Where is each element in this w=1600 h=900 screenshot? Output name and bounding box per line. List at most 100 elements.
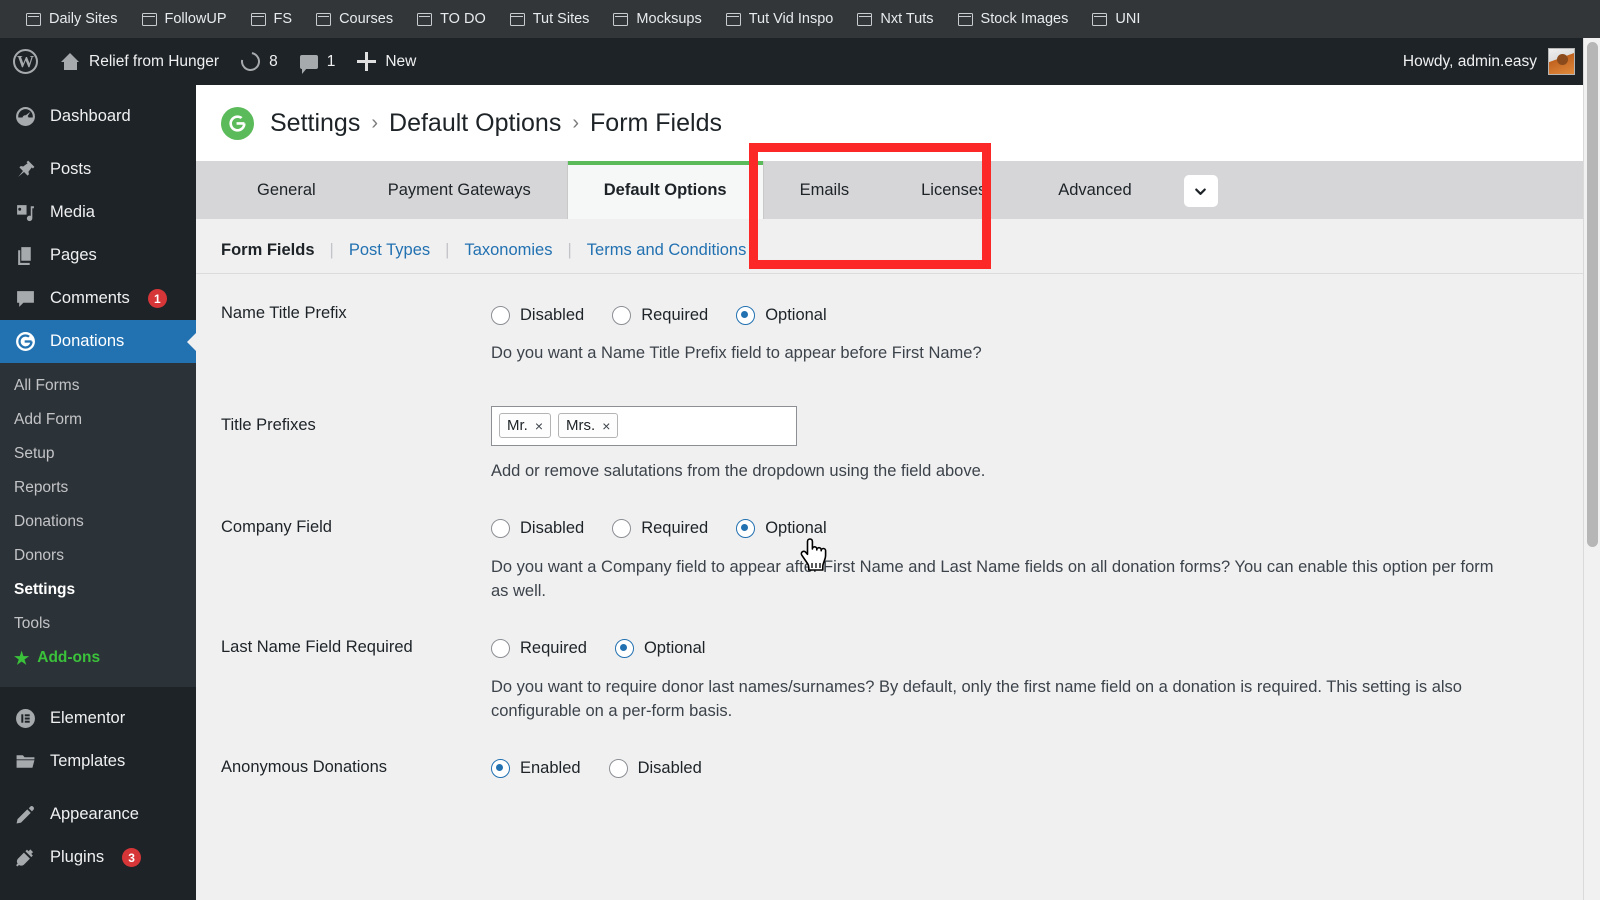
tag-chip-mr[interactable]: Mr. × bbox=[499, 413, 552, 439]
page-scrollbar[interactable] bbox=[1583, 38, 1600, 900]
sub-nav-form-fields[interactable]: Form Fields bbox=[221, 241, 330, 260]
dashboard-icon bbox=[14, 106, 36, 128]
radio-indicator[interactable] bbox=[491, 519, 510, 539]
sidebar-item-donations[interactable]: Donations bbox=[0, 320, 196, 363]
account-menu[interactable]: Howdy, admin.easy bbox=[1403, 48, 1600, 75]
tab-general[interactable]: General bbox=[221, 161, 352, 219]
chevron-down-icon[interactable] bbox=[1183, 175, 1218, 207]
radio-option-required[interactable]: Required bbox=[612, 305, 708, 325]
sidebar-item-posts[interactable]: Posts bbox=[0, 148, 196, 191]
site-name-button[interactable]: Relief from Hunger bbox=[50, 38, 230, 85]
bookmark-label: Tut Sites bbox=[532, 11, 590, 27]
remove-tag-icon[interactable]: × bbox=[535, 418, 543, 434]
sidebar-item-media[interactable]: Media bbox=[0, 191, 196, 234]
submenu-item-settings[interactable]: Settings bbox=[0, 573, 196, 607]
star-icon: ★ bbox=[14, 648, 30, 668]
tab-default-options[interactable]: Default Options bbox=[566, 161, 764, 219]
new-content-button[interactable]: New bbox=[346, 38, 427, 85]
radio-option-enabled[interactable]: Enabled bbox=[491, 759, 581, 779]
sidebar-item-pages[interactable]: Pages bbox=[0, 234, 196, 277]
setting-row-title-prefixes: Title Prefixes Mr. × Mrs. × Add or remov… bbox=[221, 366, 1575, 484]
bookmark-item[interactable]: Stock Images bbox=[948, 7, 1079, 31]
radio-option-required[interactable]: Required bbox=[612, 519, 708, 539]
bookmark-item[interactable]: FollowUP bbox=[132, 7, 237, 31]
sub-nav-taxonomies[interactable]: Taxonomies bbox=[449, 241, 567, 260]
tab-emails[interactable]: Emails bbox=[764, 161, 886, 219]
radio-option-disabled[interactable]: Disabled bbox=[608, 759, 702, 779]
radio-indicator[interactable] bbox=[608, 759, 628, 779]
bookmark-item[interactable]: Tut Sites bbox=[500, 7, 600, 31]
folder-icon bbox=[613, 12, 629, 26]
bookmark-item[interactable]: FS bbox=[241, 7, 303, 31]
sub-nav-post-types[interactable]: Post Types bbox=[334, 241, 445, 260]
comments-button[interactable]: 1 bbox=[289, 38, 347, 85]
submenu-item-tools[interactable]: Tools bbox=[0, 607, 196, 641]
elementor-icon bbox=[14, 708, 36, 730]
radio-label: Disabled bbox=[637, 759, 702, 778]
bookmark-item[interactable]: Mocksups bbox=[603, 7, 711, 31]
scrollbar-thumb[interactable] bbox=[1587, 42, 1598, 547]
radio-option-optional[interactable]: Optional bbox=[736, 305, 827, 325]
folder-open-icon bbox=[14, 751, 36, 773]
pin-icon bbox=[14, 159, 36, 181]
wordpress-logo-button[interactable]: W bbox=[0, 38, 50, 85]
home-icon bbox=[61, 53, 80, 70]
bookmark-item[interactable]: Courses bbox=[306, 7, 403, 31]
bookmark-label: Stock Images bbox=[980, 11, 1069, 27]
submenu-item-reports[interactable]: Reports bbox=[0, 471, 196, 505]
radio-option-required[interactable]: Required bbox=[491, 639, 587, 659]
radio-indicator[interactable] bbox=[491, 639, 510, 659]
breadcrumb-item-settings[interactable]: Settings bbox=[270, 109, 360, 138]
setting-field: Mr. × Mrs. × Add or remove salutations f… bbox=[491, 405, 1575, 484]
sidebar-item-label: Comments bbox=[50, 289, 130, 307]
radio-indicator[interactable] bbox=[612, 305, 632, 325]
sidebar-item-appearance[interactable]: Appearance bbox=[0, 793, 196, 836]
bookmark-item[interactable]: UNI bbox=[1082, 7, 1150, 31]
tab-payment-gateways[interactable]: Payment Gateways bbox=[352, 161, 567, 219]
submenu-item-donors[interactable]: Donors bbox=[0, 539, 196, 573]
folder-icon bbox=[141, 12, 157, 26]
submenu-item-setup[interactable]: Setup bbox=[0, 437, 196, 471]
radio-option-disabled[interactable]: Disabled bbox=[491, 519, 584, 539]
radio-option-disabled[interactable]: Disabled bbox=[491, 305, 585, 325]
radio-label: Disabled bbox=[520, 305, 585, 324]
folder-icon bbox=[417, 12, 433, 26]
tag-chip-mrs[interactable]: Mrs. × bbox=[558, 413, 619, 439]
bookmark-item[interactable]: TO DO bbox=[407, 7, 496, 31]
admin-sidebar-menu: Dashboard Posts Media Pages Comments 1 D… bbox=[0, 85, 196, 900]
radio-group-company-field: Disabled Required Optional bbox=[491, 516, 1575, 542]
breadcrumb-item-default-options[interactable]: Default Options bbox=[389, 109, 561, 138]
submenu-item-donations[interactable]: Donations bbox=[0, 505, 196, 539]
tab-advanced[interactable]: Advanced bbox=[1022, 161, 1167, 219]
sidebar-divider bbox=[0, 138, 196, 148]
radio-indicator[interactable] bbox=[736, 305, 756, 325]
bookmark-item[interactable]: Nxt Tuts bbox=[847, 7, 943, 31]
remove-tag-icon[interactable]: × bbox=[602, 418, 610, 434]
bookmark-item[interactable]: Daily Sites bbox=[16, 7, 128, 31]
setting-description: Add or remove salutations from the dropd… bbox=[491, 461, 986, 480]
setting-description: Do you want to require donor last names/… bbox=[491, 677, 1462, 720]
sub-nav-terms-and-conditions[interactable]: Terms and Conditions bbox=[572, 241, 762, 260]
submenu-item-all-forms[interactable]: All Forms bbox=[0, 369, 196, 403]
radio-indicator[interactable] bbox=[614, 639, 634, 659]
folder-icon bbox=[1092, 12, 1108, 26]
radio-indicator[interactable] bbox=[491, 759, 510, 779]
radio-option-optional[interactable]: Optional bbox=[614, 639, 705, 659]
sidebar-item-templates[interactable]: Templates bbox=[0, 740, 196, 783]
sidebar-item-comments[interactable]: Comments 1 bbox=[0, 277, 196, 320]
radio-indicator[interactable] bbox=[491, 305, 510, 325]
submenu-item-add-ons[interactable]: ★ Add-ons bbox=[0, 641, 196, 675]
updates-count: 8 bbox=[269, 52, 278, 70]
title-prefixes-tag-input[interactable]: Mr. × Mrs. × bbox=[491, 405, 797, 446]
radio-indicator[interactable] bbox=[736, 519, 756, 539]
tag-label: Mrs. bbox=[566, 417, 596, 435]
radio-indicator[interactable] bbox=[612, 519, 632, 539]
bookmark-item[interactable]: Tut Vid Inspo bbox=[716, 7, 844, 31]
sidebar-item-elementor[interactable]: Elementor bbox=[0, 697, 196, 740]
sidebar-item-dashboard[interactable]: Dashboard bbox=[0, 95, 196, 138]
radio-option-optional[interactable]: Optional bbox=[736, 519, 827, 539]
submenu-item-add-form[interactable]: Add Form bbox=[0, 403, 196, 437]
updates-button[interactable]: 8 bbox=[230, 38, 289, 85]
sidebar-item-plugins[interactable]: Plugins 3 bbox=[0, 836, 196, 879]
tab-licenses[interactable]: Licenses bbox=[885, 161, 1022, 219]
